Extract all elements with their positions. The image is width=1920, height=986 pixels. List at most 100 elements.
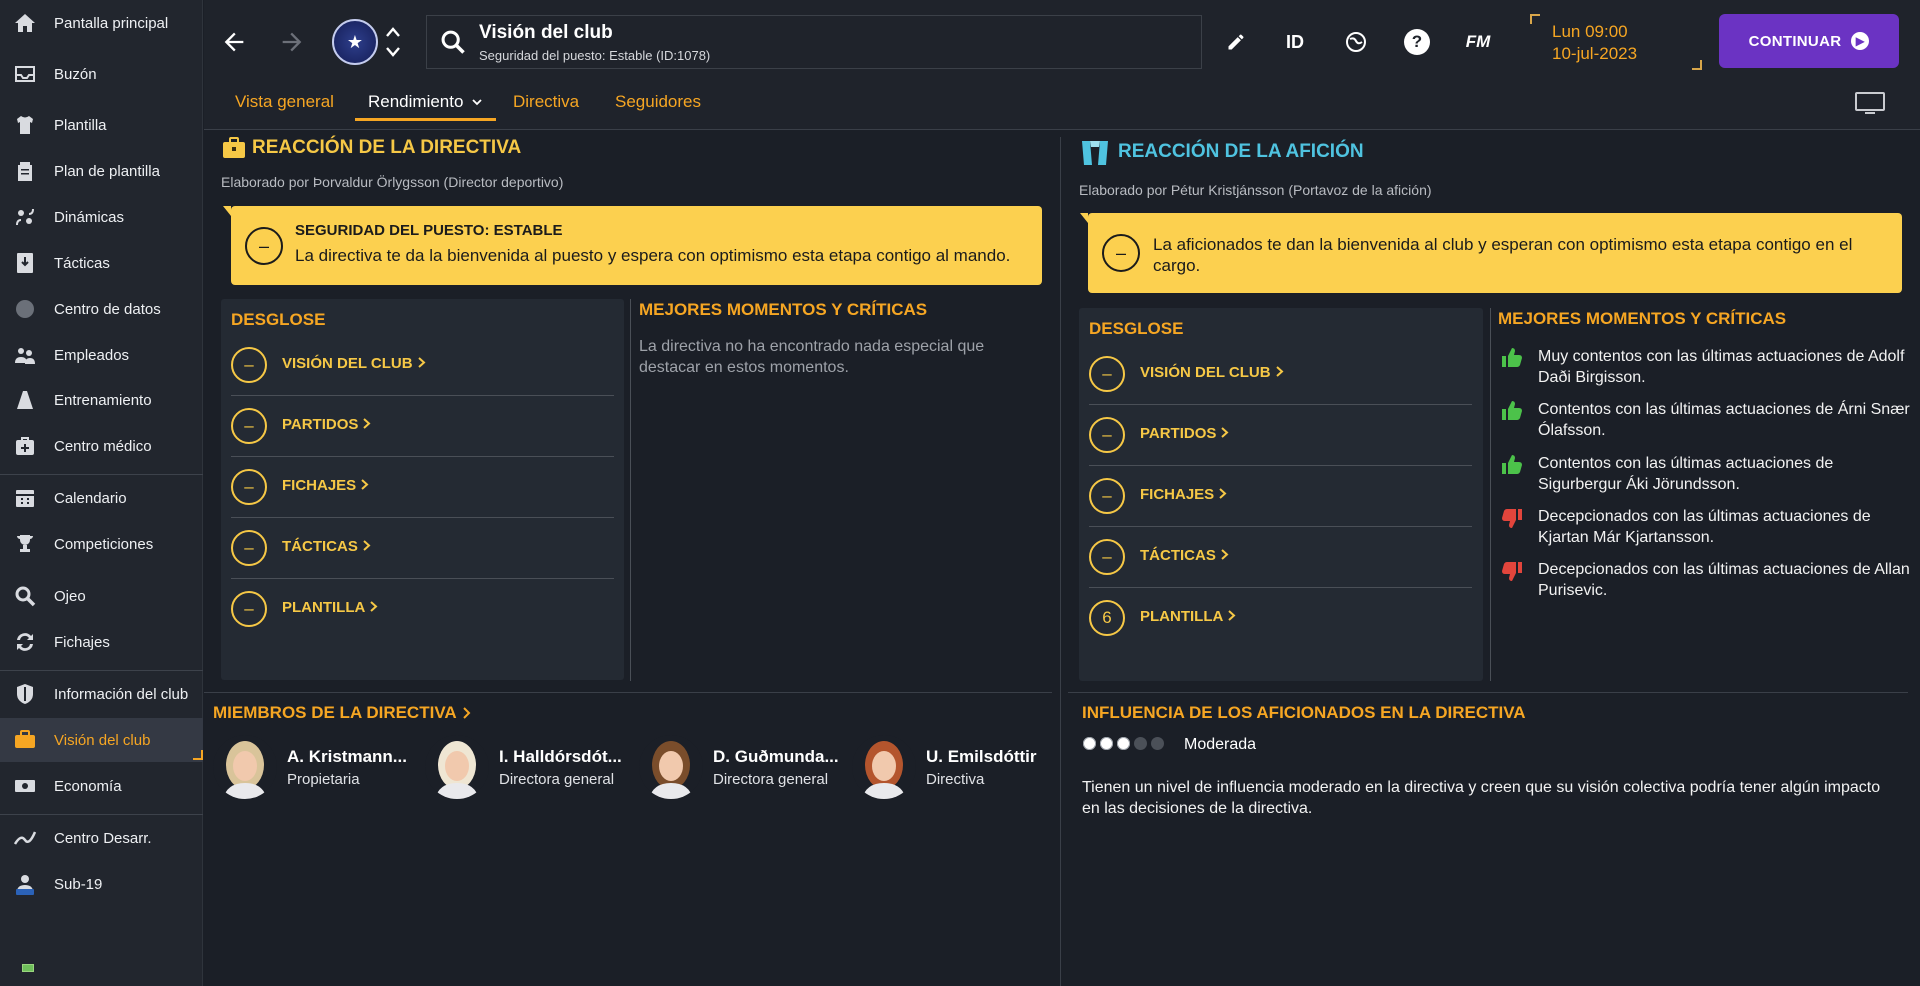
board-member-card[interactable]: I. Halldórsdót... Directora general bbox=[425, 735, 622, 799]
board-breakdown-row[interactable]: – PARTIDOS bbox=[231, 396, 614, 457]
board-breakdown-row[interactable]: – VISIÓN DEL CLUB bbox=[231, 335, 614, 396]
sidebar-item-vision-del-club[interactable]: Visión del club bbox=[0, 718, 203, 762]
fan-breakdown-title: DESGLOSE bbox=[1089, 319, 1184, 338]
sidebar-item-plantilla[interactable]: Plantilla bbox=[0, 103, 203, 147]
club-badge[interactable]: ★ bbox=[332, 19, 378, 65]
board-breakdown-row[interactable]: – PLANTILLA bbox=[231, 579, 614, 640]
forward-button[interactable] bbox=[276, 26, 308, 58]
id-button[interactable]: ID bbox=[1277, 24, 1313, 60]
monitor-icon[interactable] bbox=[1854, 90, 1886, 118]
highlight-item: Contentos con las últimas actuaciones de… bbox=[1500, 399, 1910, 441]
arrow-right-icon bbox=[282, 32, 302, 52]
breakdown-label: VISIÓN DEL CLUB bbox=[282, 355, 413, 372]
arrow-left-icon bbox=[224, 32, 244, 52]
board-member-card[interactable]: D. Guðmunda... Directora general bbox=[639, 735, 839, 799]
chevron-right-icon bbox=[363, 540, 371, 551]
chevron-right-icon bbox=[1228, 610, 1236, 621]
sidebar-item-centro-de-datos[interactable]: Centro de datos bbox=[0, 287, 203, 331]
fans-breakdown-row[interactable]: – TÁCTICAS bbox=[1089, 527, 1472, 588]
tab-rendimiento[interactable]: Rendimiento bbox=[368, 92, 482, 112]
play-icon: ▶ bbox=[1851, 32, 1870, 50]
tab-vista-general[interactable]: Vista general bbox=[235, 92, 334, 112]
member-name: D. Guðmunda... bbox=[713, 746, 839, 766]
chevron-down-icon bbox=[472, 99, 482, 106]
sidebar-item-buzon[interactable]: Buzón bbox=[0, 52, 203, 96]
member-name: I. Halldórsdót... bbox=[499, 746, 622, 766]
sidebar-item-tacticas[interactable]: Tácticas bbox=[0, 241, 203, 285]
influence-dot-filled bbox=[1100, 737, 1113, 750]
fans-breakdown-row[interactable]: 6 PLANTILLA bbox=[1089, 588, 1472, 649]
breakdown-label: VISIÓN DEL CLUB bbox=[1140, 364, 1271, 381]
dynamics-icon bbox=[12, 204, 38, 230]
thumbs-up-icon bbox=[1502, 348, 1522, 367]
highlight-text: Contentos con las últimas actuaciones de… bbox=[1538, 401, 1910, 439]
breakdown-label: PARTIDOS bbox=[1140, 425, 1217, 442]
fm-menu-button[interactable]: FM bbox=[1460, 24, 1496, 60]
board-member-card[interactable]: A. Kristmann... Propietaria bbox=[213, 735, 407, 799]
medical-kit-icon bbox=[12, 433, 38, 459]
chevron-right-icon bbox=[417, 357, 426, 368]
back-button[interactable] bbox=[218, 26, 250, 58]
divider bbox=[1490, 308, 1491, 681]
highlight-text: Contentos con las últimas actuaciones de… bbox=[1538, 455, 1834, 493]
calendar-icon bbox=[12, 485, 38, 511]
sidebar-item-empleados[interactable]: Empleados bbox=[0, 333, 203, 377]
influence-level-label: Moderada bbox=[1184, 736, 1257, 753]
youth-team-icon bbox=[12, 871, 38, 897]
sidebar-item-plan-de-plantilla[interactable]: Plan de plantilla bbox=[0, 149, 203, 193]
development-icon bbox=[12, 825, 38, 851]
fans-breakdown-row[interactable]: – PARTIDOS bbox=[1089, 405, 1472, 466]
fm-label: FM bbox=[1465, 32, 1491, 51]
board-members-link[interactable]: MIEMBROS DE LA DIRECTIVA bbox=[213, 703, 471, 723]
board-status-text: La directiva te da la bienvenida al pues… bbox=[295, 246, 1011, 265]
date-time[interactable]: Lun 09:00 10-jul-2023 bbox=[1530, 14, 1702, 70]
thumbs-up-icon bbox=[1502, 455, 1522, 474]
sidebar-item-dinamicas[interactable]: Dinámicas bbox=[0, 195, 203, 239]
board-breakdown-row[interactable]: – TÁCTICAS bbox=[231, 518, 614, 579]
tab-bar: Vista general Rendimiento Directiva Segu… bbox=[204, 82, 1920, 130]
breakdown-label: PLANTILLA bbox=[1140, 608, 1224, 625]
sidebar-item-pantalla-principal[interactable]: Pantalla principal bbox=[0, 1, 203, 45]
sidebar-item-label: Ojeo bbox=[54, 587, 86, 605]
current-date: 10-jul-2023 bbox=[1552, 44, 1638, 63]
sidebar-item-centro-desarr[interactable]: Centro Desarr. bbox=[0, 816, 203, 860]
sidebar-item-label: Sub-19 bbox=[54, 875, 103, 893]
sidebar-item-competiciones[interactable]: Competiciones bbox=[0, 522, 203, 566]
chevron-right-icon bbox=[462, 707, 471, 719]
edit-button[interactable] bbox=[1218, 24, 1254, 60]
fans-breakdown-row[interactable]: – FICHAJES bbox=[1089, 466, 1472, 527]
continue-button[interactable]: CONTINUAR ▶ bbox=[1719, 14, 1899, 68]
status-symbol: – bbox=[1102, 234, 1140, 272]
board-breakdown-row[interactable]: – FICHAJES bbox=[231, 457, 614, 518]
help-button[interactable]: ? bbox=[1399, 24, 1435, 60]
sidebar-item-economia[interactable]: Economía bbox=[0, 764, 203, 808]
chevron-right-icon bbox=[1219, 488, 1227, 499]
clipboard-icon bbox=[12, 158, 38, 184]
breakdown-label: FICHAJES bbox=[1140, 486, 1215, 503]
rating-circle: – bbox=[1089, 356, 1125, 392]
tactics-board-icon bbox=[12, 250, 38, 276]
world-button[interactable] bbox=[1338, 24, 1374, 60]
search-box[interactable]: Visión del club Seguridad del puesto: Es… bbox=[426, 15, 1202, 69]
rating-circle: – bbox=[1089, 539, 1125, 575]
breakdown-label: PLANTILLA bbox=[282, 599, 366, 616]
sidebar-item-sub-19[interactable]: Sub-19 bbox=[0, 862, 203, 906]
tab-directiva[interactable]: Directiva bbox=[513, 92, 579, 112]
sidebar-item-calendario[interactable]: Calendario bbox=[0, 476, 203, 520]
sidebar-item-informacion-del-club[interactable]: Información del club bbox=[0, 672, 203, 716]
board-member-card[interactable]: U. Emilsdóttir Directiva bbox=[852, 735, 1037, 799]
shirt-icon bbox=[12, 112, 38, 138]
chevron-right-icon bbox=[370, 601, 378, 612]
sidebar-item-ojeo[interactable]: Ojeo bbox=[0, 574, 203, 618]
sidebar-item-centro-medico[interactable]: Centro médico bbox=[0, 424, 203, 468]
member-role: Directora general bbox=[499, 770, 615, 788]
sidebar-item-fichajes[interactable]: Fichajes bbox=[0, 620, 203, 664]
tab-seguidores[interactable]: Seguidores bbox=[615, 92, 701, 112]
sidebar-item-label: Entrenamiento bbox=[54, 391, 152, 409]
status-indicator-icon[interactable] bbox=[22, 964, 34, 972]
chevron-right-icon bbox=[1221, 427, 1229, 438]
sidebar-item-entrenamiento[interactable]: Entrenamiento bbox=[0, 378, 203, 422]
question-icon: ? bbox=[1404, 29, 1430, 55]
club-switch-arrows-icon[interactable] bbox=[384, 24, 402, 60]
fans-breakdown-row[interactable]: – VISIÓN DEL CLUB bbox=[1089, 344, 1472, 405]
